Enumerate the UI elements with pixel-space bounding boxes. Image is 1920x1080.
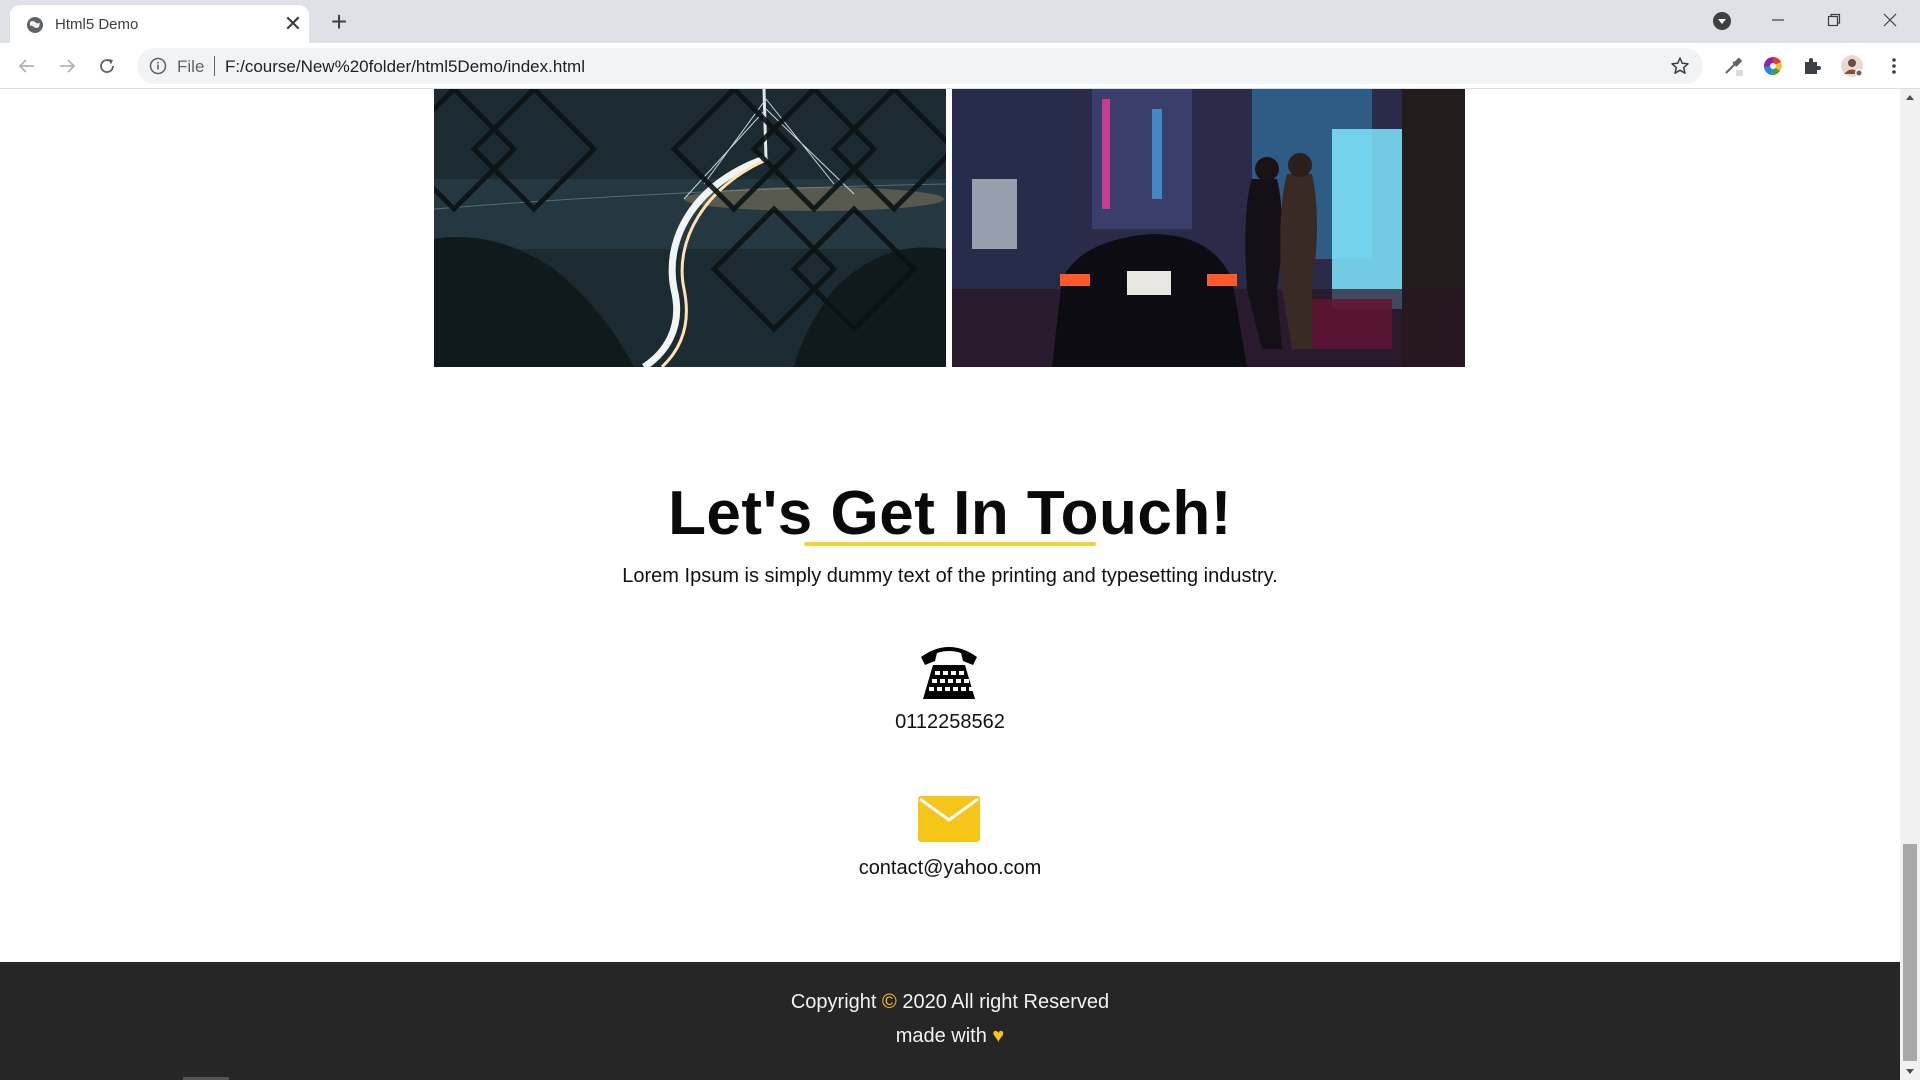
- page-footer: Copyright © 2020 All right Reserved made…: [0, 962, 1900, 1080]
- puzzle-extensions-icon[interactable]: [1798, 52, 1826, 80]
- heart-icon: ♥: [992, 1025, 1005, 1047]
- info-icon[interactable]: [149, 57, 167, 75]
- envelope-icon: [918, 796, 980, 842]
- close-window-button[interactable]: [1862, 0, 1918, 40]
- page-scrollbar[interactable]: [1900, 89, 1920, 1080]
- page-viewport: Let's Get In Touch! Lorem Ipsum is simpl…: [0, 89, 1900, 1080]
- new-tab-button[interactable]: +: [324, 7, 354, 37]
- kebab-menu-icon: [1892, 58, 1896, 74]
- scroll-up-arrow-icon[interactable]: [1906, 95, 1914, 100]
- copyright-prefix: Copyright: [790, 991, 877, 1013]
- color-wheel-extension-icon[interactable]: [1759, 52, 1787, 80]
- tab-search-icon[interactable]: [1712, 11, 1732, 31]
- made-with-text: made with ♥: [0, 1025, 1900, 1048]
- tab-close-icon[interactable]: ✕: [281, 12, 305, 36]
- telephone-icon: [921, 647, 977, 699]
- browser-toolbar: File F:/course/New%20folder/html5Demo/in…: [0, 43, 1920, 89]
- profile-avatar-icon[interactable]: [1838, 52, 1866, 80]
- arrow-left-icon: [18, 59, 34, 73]
- night-bridge-photo: [434, 89, 946, 367]
- url-scheme-label: File: [177, 57, 205, 76]
- contact-email[interactable]: contact@yahoo.com: [0, 857, 1900, 880]
- back-button[interactable]: [12, 51, 42, 81]
- copyright-suffix: 2020 All right Reserved: [902, 991, 1110, 1013]
- contact-description: Lorem Ipsum is simply dummy text of the …: [622, 565, 1278, 587]
- close-icon: [1883, 13, 1897, 27]
- restore-button[interactable]: [1806, 0, 1862, 40]
- minimize-icon: [1772, 19, 1784, 21]
- browser-menu-button[interactable]: [1880, 52, 1908, 80]
- globe-icon: [27, 17, 43, 33]
- tab-title: Html5 Demo: [55, 16, 139, 33]
- contact-phone[interactable]: 0112258562: [0, 711, 1900, 734]
- copyright-text: Copyright © 2020 All right Reserved: [0, 991, 1900, 1014]
- reload-icon: [100, 59, 114, 73]
- eyedropper-extension-icon[interactable]: [1719, 52, 1747, 80]
- scroll-down-arrow-icon[interactable]: [1906, 1069, 1914, 1074]
- made-with-label: made with: [895, 1025, 987, 1047]
- copyright-symbol: ©: [882, 991, 897, 1013]
- contact-heading: Let's Get In Touch!: [668, 479, 1232, 548]
- reload-button[interactable]: [92, 51, 122, 81]
- city-street-taxi-photo: [952, 89, 1465, 367]
- browser-tab[interactable]: Html5 Demo ✕: [10, 5, 309, 43]
- bookmark-star-icon[interactable]: [1670, 56, 1690, 76]
- arrow-right-icon: [60, 59, 76, 73]
- restore-icon: [1827, 13, 1841, 27]
- minimize-button[interactable]: [1750, 0, 1806, 40]
- forward-button[interactable]: [52, 51, 82, 81]
- url-text[interactable]: F:/course/New%20folder/html5Demo/index.h…: [225, 57, 585, 77]
- scrollbar-thumb[interactable]: [1903, 844, 1917, 1061]
- heading-underline: [804, 542, 1096, 546]
- omnibox-divider: [214, 56, 215, 76]
- address-bar[interactable]: File F:/course/New%20folder/html5Demo/in…: [137, 48, 1703, 84]
- browser-titlebar: Html5 Demo ✕ +: [0, 0, 1920, 43]
